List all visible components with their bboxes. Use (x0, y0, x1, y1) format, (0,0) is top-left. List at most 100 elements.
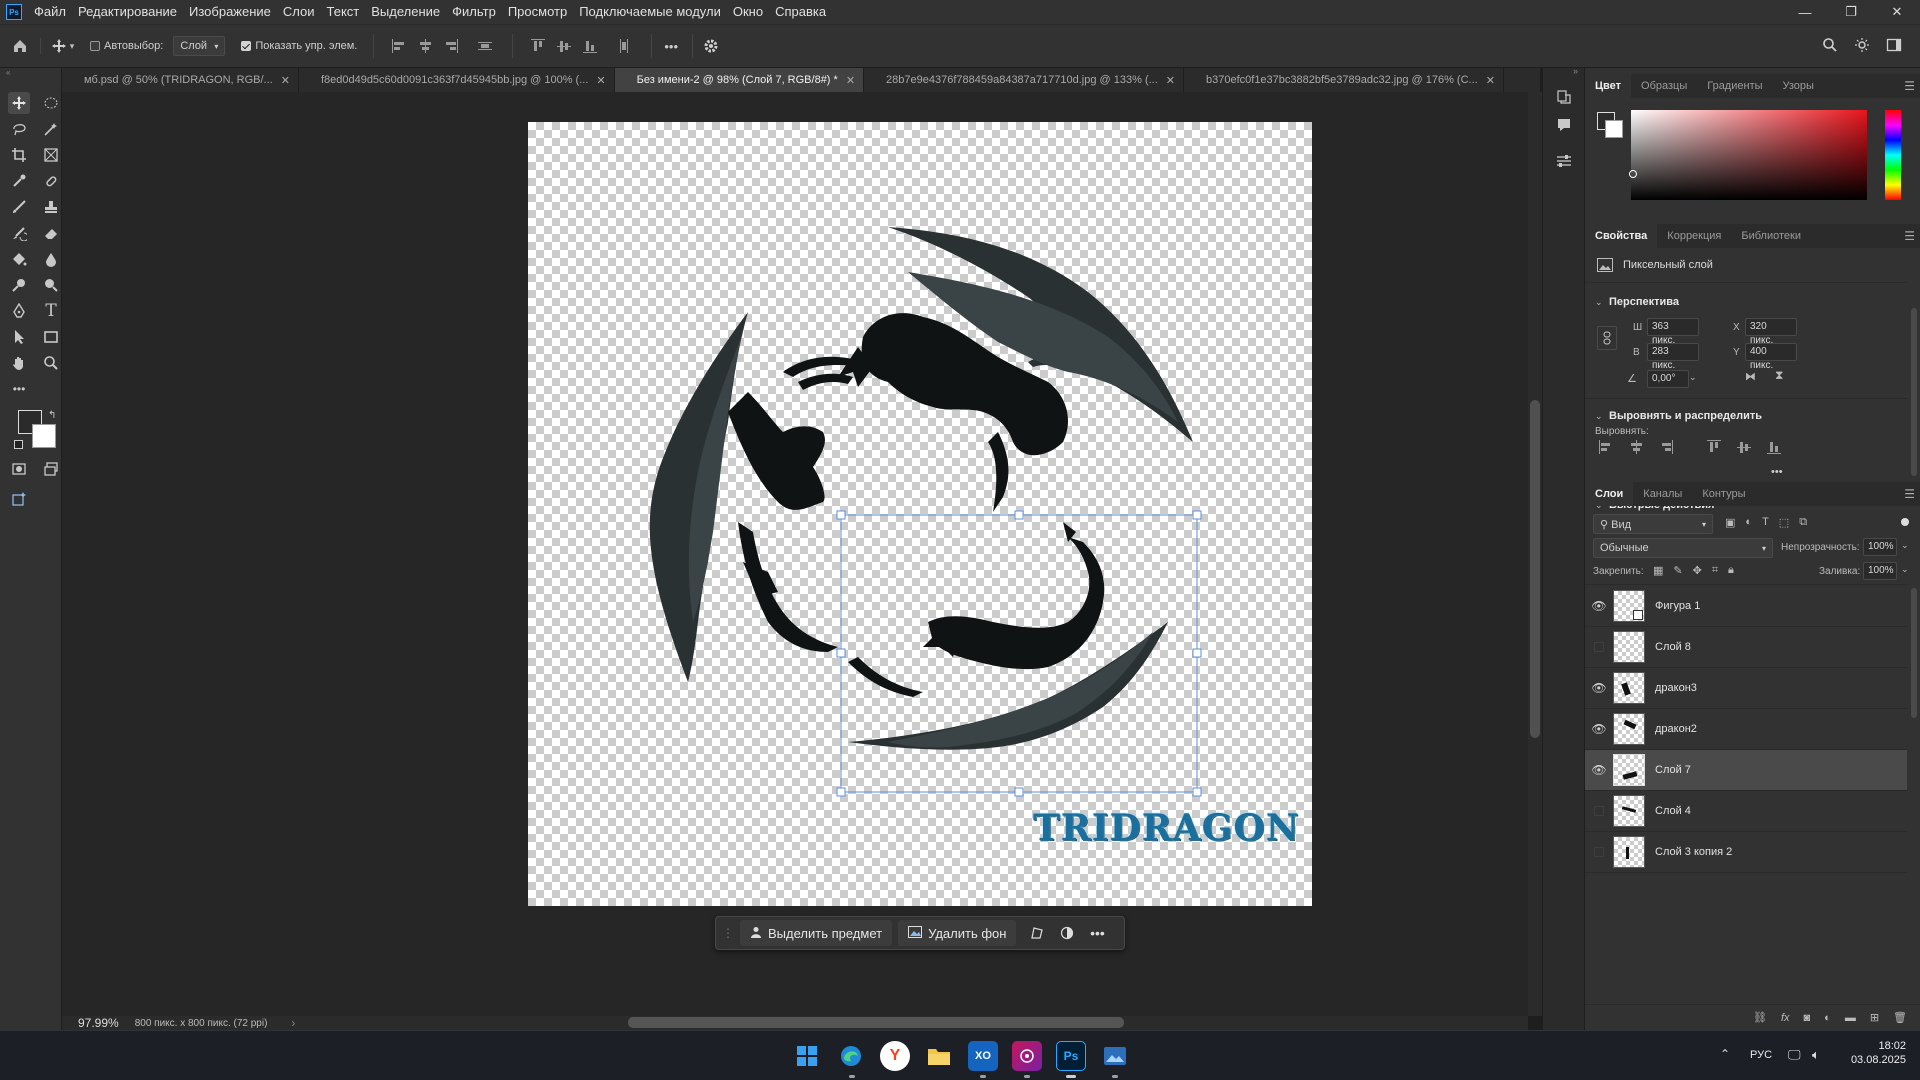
magic-wand-icon[interactable] (40, 118, 62, 140)
document-canvas[interactable]: TRIDRAGON (528, 122, 1312, 906)
blur-tool-icon[interactable] (40, 248, 62, 270)
tab-layers[interactable]: Слои (1585, 482, 1634, 506)
lasso-tool-icon[interactable] (8, 118, 30, 140)
color-field-picker[interactable] (1631, 110, 1867, 200)
layer-row-sloy-8[interactable]: Слой 8 (1585, 627, 1907, 668)
adjustment-circle-icon[interactable] (1052, 920, 1082, 946)
fill-field[interactable]: 100% (1863, 562, 1897, 580)
hand-tool-icon[interactable] (8, 352, 30, 374)
tab-document-2[interactable]: f8ed0d49d5c60d0091c363f7d45945bb.jpg @ 1… (299, 68, 615, 92)
edit-toolbar-icon[interactable]: ••• (8, 378, 30, 400)
y-position-field[interactable]: 400 пикс. (1745, 343, 1797, 371)
layer-row-sloy-7[interactable]: 👁︎ Слой 7 (1585, 750, 1907, 791)
eyedropper-icon[interactable] (8, 170, 30, 192)
tab-properties[interactable]: Свойства (1585, 224, 1658, 248)
align-vertical-centers-icon[interactable] (557, 39, 572, 53)
spot-healing-brush-icon[interactable] (40, 170, 62, 192)
height-field[interactable]: 283 пикс. (1647, 343, 1699, 371)
tab-channels[interactable]: Каналы (1633, 482, 1692, 506)
tab-document-3[interactable]: Без имени-2 @ 98% (Слой 7, RGB/8#) * ✕ (614, 68, 865, 92)
frame-tool-icon[interactable] (40, 144, 62, 166)
tab-paths[interactable]: Контуры (1692, 482, 1755, 506)
layers-scrollbar[interactable] (1911, 588, 1917, 718)
panel-menu-icon[interactable]: ☰ (1904, 487, 1915, 501)
menu-filter[interactable]: Фильтр (446, 0, 502, 24)
background-color-swatch[interactable] (32, 424, 56, 448)
filter-type-icon[interactable]: T (1762, 516, 1769, 529)
panel-align-middle-icon[interactable] (1737, 440, 1751, 454)
restore-button[interactable]: ❐ (1828, 0, 1874, 24)
angle-dropdown-icon[interactable]: ⌄ (1689, 372, 1697, 383)
fill-dropdown-icon[interactable]: ⌄ (1901, 564, 1909, 575)
angle-field[interactable]: 0,00° (1647, 370, 1689, 388)
history-brush-icon[interactable] (8, 222, 30, 244)
link-layers-icon[interactable]: ⛓︎ (1753, 1011, 1767, 1024)
menu-plugins[interactable]: Подключаемые модули (573, 0, 727, 24)
windows-start-icon[interactable] (792, 1041, 822, 1071)
visibility-eye-icon[interactable]: 👁︎ (1585, 681, 1613, 695)
panel-menu-icon[interactable]: ☰ (1904, 79, 1915, 93)
opacity-field[interactable]: 100% (1863, 538, 1897, 556)
settings-gear-icon[interactable] (693, 38, 729, 54)
panel-menu-icon[interactable]: ☰ (1904, 229, 1915, 243)
lock-artboard-icon[interactable]: ⌗ (1712, 564, 1718, 577)
x-position-field[interactable]: 320 пикс. (1745, 318, 1797, 346)
photoshop-icon[interactable]: Ps (1056, 1041, 1086, 1071)
sponge-zoom-icon[interactable] (40, 274, 62, 296)
generative-fill-icon[interactable] (8, 488, 30, 510)
tab-swatches[interactable]: Образцы (1631, 74, 1697, 98)
filter-adjustment-icon[interactable]: ◐ (1745, 516, 1752, 529)
visibility-toggle-empty[interactable] (1585, 806, 1613, 816)
horizontal-scrollbar-thumb[interactable] (628, 1017, 1124, 1028)
flip-horizontal-icon[interactable]: ⧓ (1745, 370, 1756, 383)
menu-edit[interactable]: Редактирование (72, 0, 183, 24)
add-mask-icon[interactable]: ◙ (1804, 1012, 1811, 1024)
visibility-eye-icon[interactable]: 👁︎ (1585, 763, 1613, 777)
adjustments-panel-icon[interactable] (1553, 150, 1575, 172)
menu-view[interactable]: Просмотр (502, 0, 573, 24)
chevron-down-icon[interactable]: ⌄ (1595, 411, 1603, 422)
new-group-icon[interactable]: ▬ (1845, 1012, 1856, 1024)
select-subject-button[interactable]: Выделить предмет (740, 920, 893, 946)
menu-type[interactable]: Текст (321, 0, 366, 24)
close-tab-icon[interactable]: ✕ (1486, 74, 1495, 87)
hue-slider[interactable] (1885, 110, 1901, 200)
menu-layers[interactable]: Слои (277, 0, 321, 24)
color-bg-swatch[interactable] (1605, 120, 1623, 138)
eraser-tool-icon[interactable] (40, 222, 62, 244)
rectangle-tool-icon[interactable] (40, 326, 62, 348)
collapse-panels-icon[interactable]: » (1573, 66, 1578, 76)
tab-gradients[interactable]: Градиенты (1697, 74, 1772, 98)
more-options-button[interactable]: ••• (664, 39, 678, 54)
new-layer-icon[interactable]: ⊞ (1870, 1011, 1879, 1024)
panel-align-top-icon[interactable] (1707, 440, 1721, 454)
vertical-scrollbar-thumb[interactable] (1530, 400, 1540, 738)
move-tool-preset-icon[interactable]: ▾ (40, 38, 84, 54)
align-left-edges-icon[interactable] (392, 39, 406, 53)
align-right-edges-icon[interactable] (444, 39, 459, 53)
close-tab-icon[interactable]: ✕ (596, 74, 605, 87)
layer-row-sloy-4[interactable]: Слой 4 (1585, 791, 1907, 832)
game-app-icon[interactable] (1012, 1041, 1042, 1071)
crop-tool-icon[interactable] (8, 144, 30, 166)
visibility-eye-icon[interactable]: 👁︎ (1585, 722, 1613, 736)
remove-background-button[interactable]: Удалить фон (898, 920, 1017, 946)
default-colors-icon[interactable] (14, 440, 23, 449)
tab-document-1[interactable]: мб.psd @ 50% (TRIDRAGON, RGB/... ✕ (62, 68, 299, 92)
lock-position-icon[interactable]: ✥ (1693, 564, 1702, 577)
align-distribute-section-title[interactable]: Выровнять и распределить (1609, 410, 1762, 422)
panel-align-bottom-icon[interactable] (1767, 440, 1781, 454)
collapse-toolbar-icon[interactable]: « (6, 68, 56, 77)
chevron-down-icon[interactable]: ⌄ (1595, 297, 1603, 308)
menu-help[interactable]: Справка (769, 0, 832, 24)
filter-shape-icon[interactable]: ⬚ (1779, 516, 1789, 529)
panel-align-center-icon[interactable] (1629, 440, 1643, 454)
align-horizontal-centers-icon[interactable] (418, 39, 432, 53)
lock-all-icon[interactable]: 🔒︎ (1728, 564, 1734, 577)
panel-align-left-icon[interactable] (1599, 440, 1613, 454)
visibility-toggle-empty[interactable] (1585, 847, 1613, 857)
screen-mode-icon[interactable] (40, 458, 62, 480)
layer-filter-select[interactable]: ⚲ Вид ▾ (1593, 514, 1713, 534)
drag-handle-icon[interactable]: ⋮ (722, 926, 734, 940)
home-icon[interactable] (0, 38, 40, 54)
